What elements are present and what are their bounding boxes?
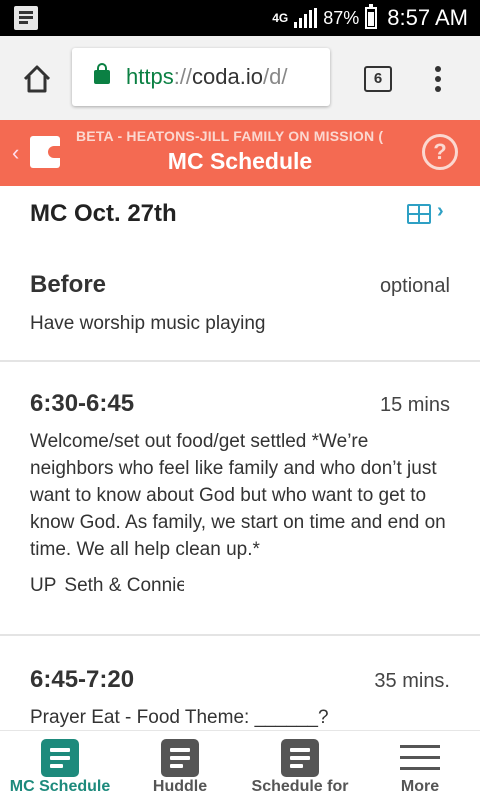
doc-folder-name: BETA - HEATONS-JILL FAMILY ON MISSION ( — [76, 128, 384, 144]
doc-icon — [41, 739, 79, 777]
home-icon[interactable] — [20, 62, 54, 96]
nav-item-schedule-for[interactable]: Schedule for — [240, 731, 360, 800]
status-indicators: 4G 87% 8:57 AM — [272, 0, 468, 36]
item-time: 6:45-7:20 — [30, 666, 135, 693]
browser-toolbar: https://coda.io/d/ 6 — [0, 36, 480, 120]
question-circle-icon[interactable]: ? — [422, 134, 458, 170]
nav-item-mc-schedule[interactable]: MC Schedule — [0, 731, 120, 800]
doc-header: ‹ BETA - HEATONS-JILL FAMILY ON MISSION … — [0, 120, 480, 186]
battery-percent: 87% — [323, 7, 360, 28]
nav-label: Schedule for — [251, 778, 349, 795]
item-duration: 35 mins. — [374, 670, 450, 692]
item-description: Prayer Eat - Food Theme: ______? — [30, 707, 329, 728]
url-text[interactable]: https://coda.io/d/ — [126, 64, 326, 90]
doc-icon — [281, 739, 319, 777]
item-duration: 15 mins — [379, 394, 450, 416]
clock: 8:57 AM — [387, 5, 468, 30]
schedule-item[interactable]: 6:45-7:20 35 mins. Prayer Eat - Food The… — [0, 636, 480, 730]
item-role: UP — [30, 575, 57, 596]
network-type: 4G — [272, 10, 289, 25]
doc-icon — [161, 739, 199, 777]
page-title: MC Schedule — [167, 148, 313, 174]
item-time: Before — [30, 271, 107, 298]
notification-icon — [14, 6, 38, 30]
address-bar[interactable]: https://coda.io/d/ — [72, 48, 330, 106]
more-options-icon[interactable] — [428, 66, 448, 92]
tab-switcher-button[interactable]: 6 — [364, 66, 392, 92]
nav-item-huddle[interactable]: Huddle — [120, 731, 240, 800]
battery-icon — [365, 4, 378, 29]
schedule-content: MC Oct. 27th › Before optional Have wors… — [0, 186, 480, 730]
nav-item-more[interactable]: More — [360, 731, 480, 800]
lock-icon — [94, 63, 110, 84]
nav-label: Huddle — [152, 778, 208, 795]
schedule-item[interactable]: Before optional Have worship music playi… — [0, 186, 480, 362]
item-time: 6:30-6:45 — [30, 390, 135, 417]
item-description: Have worship music playing — [30, 313, 266, 334]
signal-icon — [294, 8, 318, 28]
item-duration: optional — [379, 275, 450, 297]
schedule-item[interactable]: 6:30-6:45 15 mins Welcome/set out food/g… — [0, 362, 480, 634]
item-description: Welcome/set out food/get settled *We’re … — [30, 431, 446, 560]
nav-label: MC Schedule — [9, 778, 111, 795]
hamburger-icon — [400, 745, 440, 778]
bottom-nav: MC Schedule Huddle Schedule for More — [0, 730, 480, 800]
item-people-name: Seth & Connie — [64, 575, 185, 596]
item-people: UP Seth & Connie — [30, 575, 184, 597]
nav-label: More — [400, 778, 440, 795]
status-bar: 4G 87% 8:57 AM — [0, 0, 480, 36]
